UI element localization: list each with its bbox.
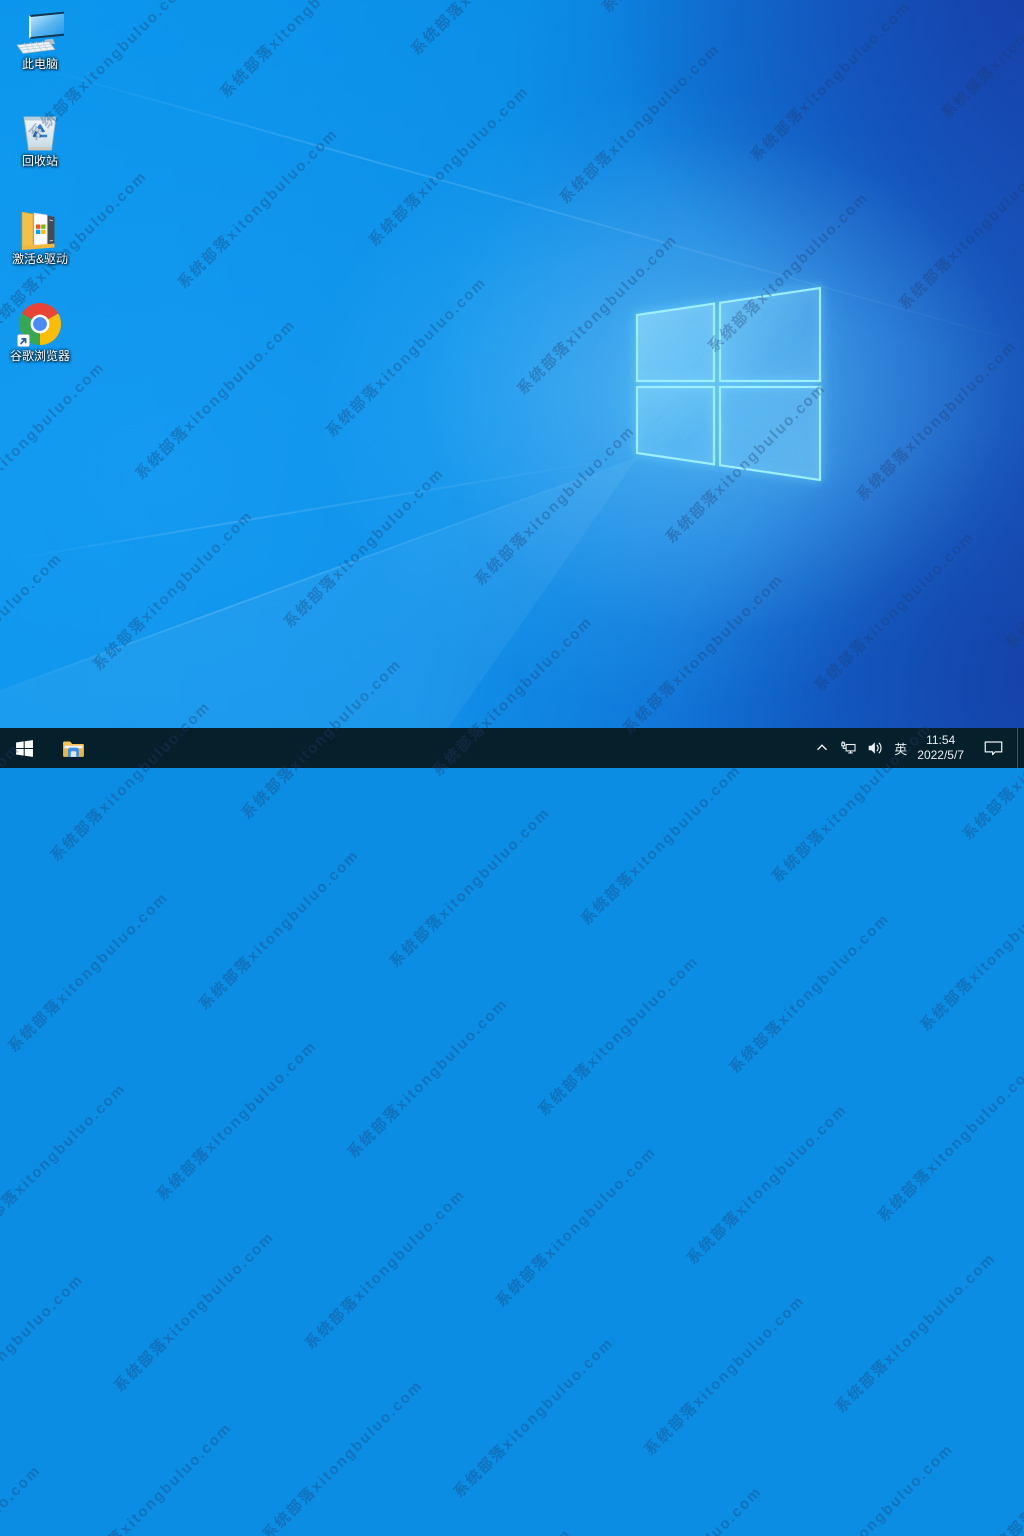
watermark-text: 系统部落xitongbuluo.com <box>344 995 512 1162</box>
activation-drivers-folder-icon <box>21 211 55 250</box>
watermark-text: 系统部落xitongbuluo.com <box>0 1460 45 1536</box>
light-cone <box>0 457 638 768</box>
desktop-icon-label: 此电脑 <box>21 57 58 71</box>
watermark-text: 系统部落xitongbuluo.com <box>683 1101 851 1268</box>
start-button[interactable] <box>0 728 48 768</box>
tray-chevron-button[interactable] <box>809 728 835 768</box>
watermark-text: 系统部落xitongbuluo.com <box>0 1270 87 1438</box>
action-center-button[interactable] <box>969 728 1017 768</box>
desktop-icon-recycle-bin[interactable]: 回收站 <box>1 105 79 168</box>
desktop-icon-activation-drivers[interactable]: 激活&驱动 <box>1 203 79 266</box>
desktop-icon-label: 谷歌浏览器 <box>9 349 70 363</box>
windows-logo <box>635 286 822 482</box>
watermark-text: 系统部落xitongbuluo.com <box>980 1398 1024 1536</box>
watermark-text: 系统部落xitongbuluo.com <box>789 1440 957 1536</box>
watermark-text: 系统部落xitongbuluo.com <box>641 1292 809 1459</box>
light-beam <box>0 56 1024 354</box>
this-pc-icon <box>16 11 64 54</box>
taskbar-clock[interactable]: 11:54 2022/5/7 <box>912 728 969 768</box>
desktop-icon-label: 回收站 <box>21 154 58 168</box>
language-label: 英 <box>894 741 908 757</box>
watermark-text: 系统部落xitongbuluo.com <box>577 761 745 929</box>
watermark-text: 系统部落xitongbuluo.com <box>5 888 172 1056</box>
google-chrome-icon <box>17 302 62 347</box>
light-beam <box>0 454 637 562</box>
watermark-text: 系统部落xitongbuluo.com <box>597 1481 767 1536</box>
watermark-text: 系统部落xitongbuluo.com <box>111 1228 278 1396</box>
wallpaper <box>0 0 1024 768</box>
watermark-text: 系统部落xitongbuluo.com <box>832 1249 1000 1417</box>
watermark-text: 系统部落xitongbuluo.com <box>492 1143 660 1311</box>
watermark-text: 系统部落xitongbuluo.com <box>406 1523 576 1536</box>
watermark-text: 系统部落xitongbuluo.com <box>386 804 554 971</box>
watermark-text: 系统部落xitongbuluo.com <box>535 952 703 1120</box>
watermark-text: 系统部落xitongbuluo.com <box>874 1058 1024 1226</box>
desktop-icon-label: 激活&驱动 <box>11 252 68 266</box>
file-explorer-icon <box>62 741 84 757</box>
watermark-text: 系统部落xitongbuluo.com <box>195 846 363 1014</box>
clock-time: 11:54 <box>926 733 956 747</box>
windows-start-icon <box>15 739 33 757</box>
ethernet-network-icon <box>841 741 856 754</box>
chevron-up-icon <box>817 744 828 751</box>
desktop-icon-google-chrome[interactable]: 谷歌浏览器 <box>1 300 79 363</box>
language-indicator[interactable]: 英 <box>889 728 912 768</box>
recycle-bin-icon <box>23 116 57 151</box>
action-center-icon <box>984 740 1002 755</box>
speaker-volume-icon <box>868 742 882 754</box>
watermark-text: 系统部落xitongbuluo.com <box>301 1185 469 1353</box>
watermark-text: 系统部落xitongbuluo.com <box>68 1419 236 1536</box>
light-beam <box>0 456 639 692</box>
watermark-text: 系统部落xitongbuluo.com <box>917 867 1024 1035</box>
volume-button[interactable] <box>862 728 889 768</box>
taskbar: 英 11:54 2022/5/7 <box>0 728 1024 768</box>
watermark-text: 系统部落xitongbuluo.com <box>726 910 894 1077</box>
clock-date: 2022/5/7 <box>917 748 964 762</box>
watermark-text: 系统部落xitongbuluo.com <box>0 1079 130 1247</box>
show-desktop-button[interactable] <box>1017 728 1024 768</box>
desktop-icon-this-pc[interactable]: 此电脑 <box>1 8 79 71</box>
system-tray: 英 11:54 2022/5/7 <box>809 728 1024 768</box>
watermark-text: 系统部落xitongbuluo.com <box>259 1376 427 1536</box>
file-explorer-button[interactable] <box>48 728 98 768</box>
watermark-text: 系统部落xitongbuluo.com <box>153 1037 321 1205</box>
desktop: 此电脑 回收站 激活&驱动 谷歌浏览器 英 11:54 2022/5/7 系统部… <box>0 0 1024 1536</box>
network-button[interactable] <box>835 728 862 768</box>
watermark-text: 系统部落xitongbuluo.com <box>450 1334 618 1502</box>
